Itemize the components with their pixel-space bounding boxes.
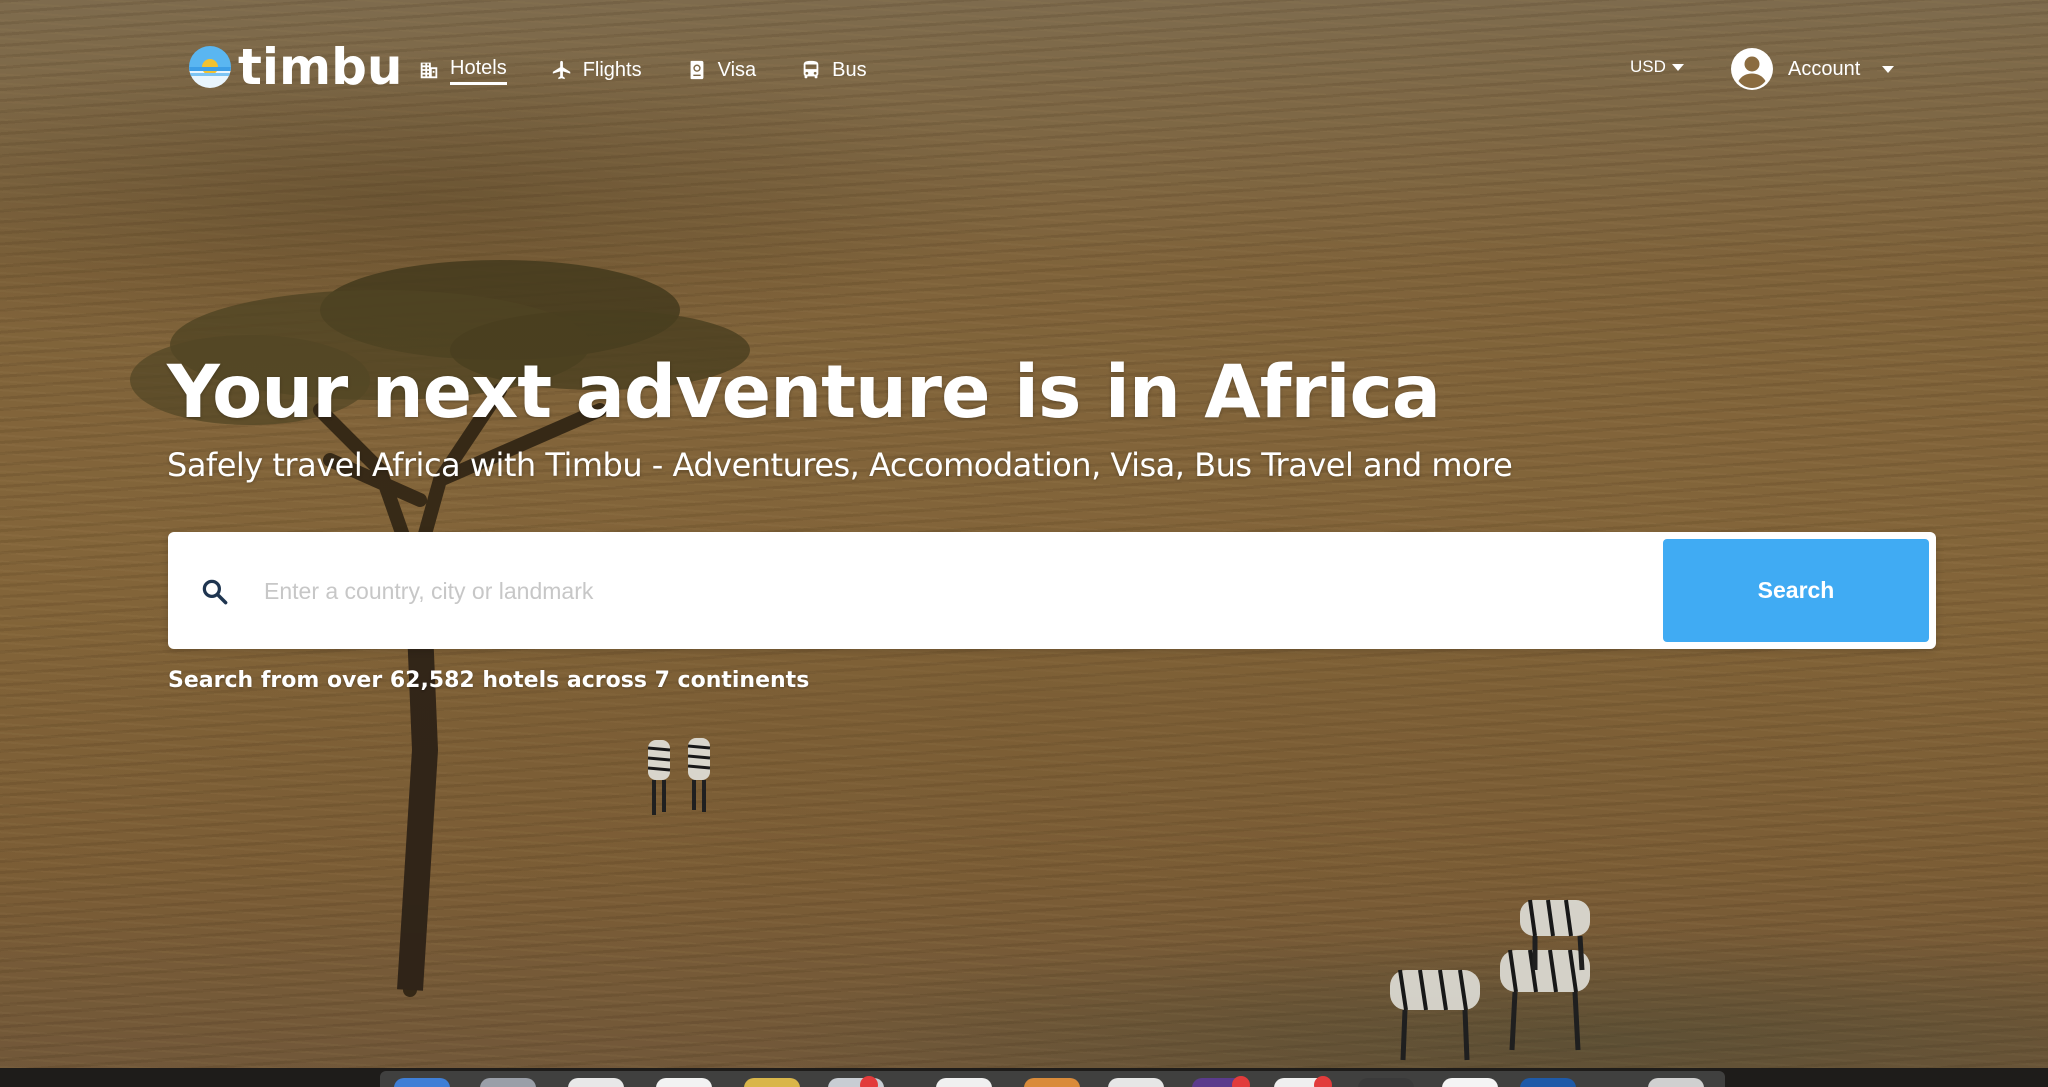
trash-dock-icon[interactable] [1648,1078,1704,1087]
finder-dock-icon[interactable] [394,1078,450,1087]
vscode-dock-icon[interactable] [1520,1078,1576,1087]
account-menu[interactable]: Account [1730,47,1895,91]
notification-badge-icon [1232,1076,1250,1087]
launchpad-dock-icon[interactable] [480,1078,536,1087]
notification-badge-icon [860,1076,878,1087]
top-navigation: timbu Hotels Flights Visa Bus USD Accoun… [0,0,2048,140]
sunrise-logo-icon [189,46,231,88]
nav-label-hotels: Hotels [450,55,507,85]
account-label: Account [1788,57,1861,80]
nav-item-hotels[interactable]: Hotels [418,55,507,85]
terminal-dock-icon[interactable] [1358,1078,1414,1087]
calendar-dock-icon[interactable] [936,1078,992,1087]
preview-dock-icon[interactable] [1108,1078,1164,1087]
safari-dock-icon[interactable] [568,1078,624,1087]
main-nav: Hotels Flights Visa Bus [418,55,867,85]
currency-selector[interactable]: USD [1630,57,1684,77]
search-button[interactable]: Search [1663,539,1929,642]
nav-item-visa[interactable]: Visa [686,57,757,83]
building-icon [420,62,438,79]
nav-item-bus[interactable]: Bus [800,57,867,83]
plane-icon [552,60,570,80]
notification-badge-icon [1314,1076,1332,1087]
mail-dock-icon[interactable] [656,1078,712,1087]
hero-title: Your next adventure is in Africa [167,350,1441,435]
os-dock [380,1071,1725,1087]
bus-icon [803,60,819,79]
search-bar: Search [168,532,1936,649]
user-circle-icon [1731,48,1773,90]
caret-down-icon [1671,63,1684,71]
nav-label-flights: Flights [582,59,642,81]
nav-label-bus: Bus [832,59,867,81]
app-store-dock-icon[interactable] [1442,1078,1498,1087]
currency-label: USD [1630,57,1666,76]
nav-label-visa: Visa [717,59,757,81]
passport-icon [690,60,704,80]
brand-logo[interactable]: timbu [188,42,403,92]
notes-dock-icon[interactable] [744,1078,800,1087]
chevron-down-icon [1882,65,1895,73]
search-icon [202,579,228,605]
nav-item-flights[interactable]: Flights [551,57,642,83]
search-input[interactable] [264,562,1804,620]
photos-dock-icon[interactable] [1024,1078,1080,1087]
search-stats: Search from over 62,582 hotels across 7 … [168,668,810,693]
brand-name: timbu [238,38,403,96]
hero-subtitle: Safely travel Africa with Timbu - Advent… [167,446,1513,484]
